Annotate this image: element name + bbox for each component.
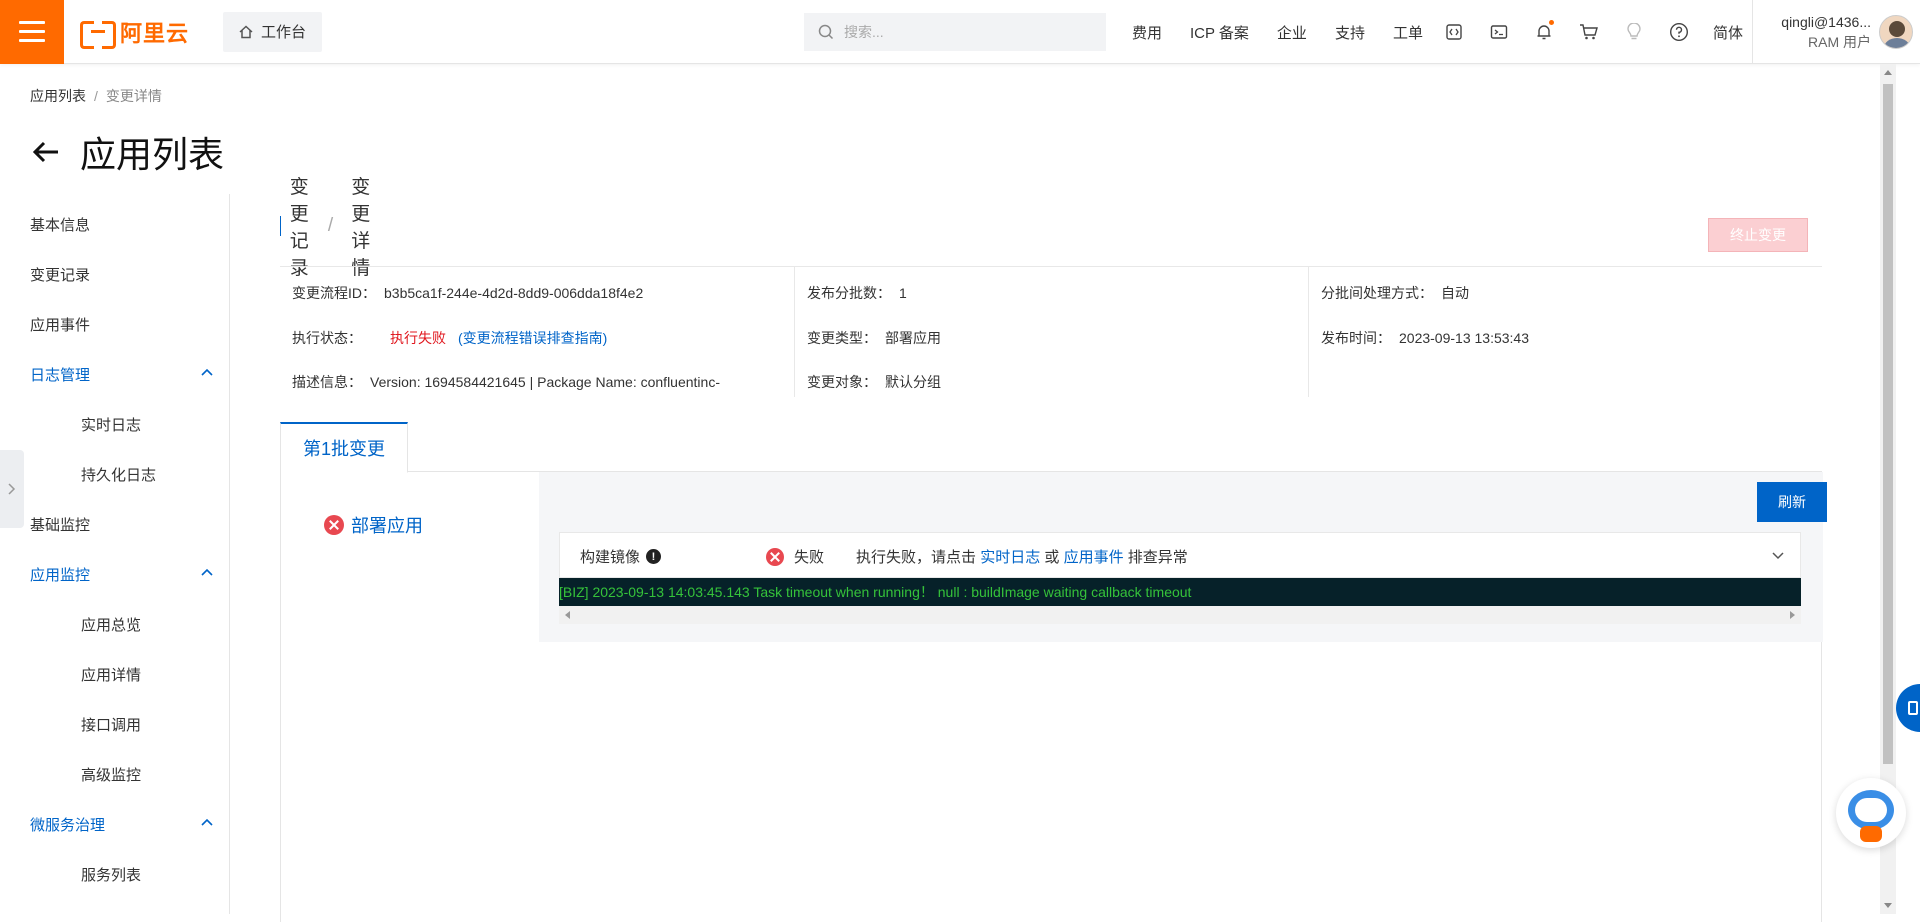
- workbench-label: 工作台: [261, 24, 307, 41]
- error-icon: [324, 515, 344, 535]
- user-menu[interactable]: qingli@1436... RAM 用户: [1752, 0, 1913, 64]
- assistant-robot-icon[interactable]: [1836, 778, 1906, 848]
- exec-status-value: 执行失败: [390, 330, 446, 346]
- nav-ticket[interactable]: 工单: [1393, 22, 1423, 43]
- back-arrow-icon[interactable]: [30, 136, 62, 168]
- task-status: 失败: [794, 549, 825, 566]
- chevron-up-icon[interactable]: [200, 565, 214, 579]
- search-box[interactable]: [804, 13, 1106, 51]
- logo[interactable]: 阿里云: [80, 0, 189, 64]
- search-input[interactable]: [844, 24, 1084, 40]
- nav-app-detail[interactable]: 应用详情: [81, 664, 141, 685]
- code-icon[interactable]: [1443, 21, 1465, 43]
- search-icon: [818, 24, 834, 40]
- language-switch[interactable]: 简体: [1713, 22, 1743, 43]
- nav-persistent-log[interactable]: 持久化日志: [81, 464, 156, 485]
- nav-advanced-monitor[interactable]: 高级监控: [81, 764, 141, 785]
- sub-breadcrumb: 变更记录 / 变更详情: [280, 177, 371, 279]
- hamburger-menu-button[interactable]: [0, 0, 64, 64]
- lightbulb-icon[interactable]: [1623, 21, 1645, 43]
- terminal-icon[interactable]: [1488, 21, 1510, 43]
- nav-change-records[interactable]: 变更记录: [30, 264, 90, 285]
- flow-id-label: 变更流程ID：: [292, 285, 376, 301]
- publish-time-label: 发布时间：: [1321, 330, 1391, 346]
- batch-tabs: 第1批变更: [280, 422, 1822, 473]
- batch-mode-label: 分批间处理方式：: [1321, 285, 1433, 301]
- change-type-label: 变更类型：: [807, 330, 877, 346]
- error-guide-link[interactable]: (变更流程错误排查指南): [458, 330, 607, 346]
- tab-batch-1[interactable]: 第1批变更: [280, 422, 408, 473]
- batch-panel: 部署应用 刷新 构建镜像 ! 失败 执行失败，请点击 实时日志 或 应用事件 排…: [280, 472, 1827, 922]
- batch-count-label: 发布分批数：: [807, 285, 891, 301]
- change-target-label: 变更对象：: [807, 374, 877, 390]
- nav-group-microservice[interactable]: 微服务治理: [30, 814, 105, 835]
- change-info-panel: 变更流程ID： b3b5ca1f-244e-4d2d-8dd9-006dda18f…: [280, 266, 1822, 397]
- chevron-right-icon: [8, 483, 16, 495]
- nav-support[interactable]: 支持: [1335, 22, 1365, 43]
- sub-breadcrumb-detail: 变更详情: [351, 177, 371, 279]
- page-header: 应用列表: [30, 126, 224, 178]
- flow-id-value: b3b5ca1f-244e-4d2d-8dd9-006dda18f4e2: [384, 285, 644, 301]
- warning-icon[interactable]: !: [646, 549, 662, 564]
- nav-app-overview[interactable]: 应用总览: [81, 614, 141, 635]
- publish-time-value: 2023-09-13 13:53:43: [1399, 330, 1529, 346]
- cart-icon[interactable]: [1578, 21, 1600, 43]
- notification-dot: [1548, 20, 1554, 25]
- nav-group-app-monitor[interactable]: 应用监控: [30, 564, 90, 585]
- nav-fees[interactable]: 费用: [1132, 22, 1162, 43]
- nav-app-events[interactable]: 应用事件: [30, 314, 90, 335]
- home-icon: [239, 24, 253, 39]
- task-message: 执行失败，请点击 实时日志 或 应用事件 排查异常: [856, 549, 1188, 566]
- help-icon[interactable]: [1668, 21, 1690, 43]
- nav-service-list[interactable]: 服务列表: [81, 864, 141, 885]
- left-nav: 基本信息 变更记录 应用事件 日志管理 实时日志 持久化日志 基础监控 应用监控…: [0, 194, 230, 914]
- chevron-down-icon[interactable]: [1770, 547, 1786, 563]
- nav-basic-monitor[interactable]: 基础监控: [30, 514, 90, 535]
- batch-mode-value: 自动: [1441, 285, 1469, 301]
- batch-count-value: 1: [899, 285, 907, 301]
- stop-change-button[interactable]: 终止变更: [1708, 218, 1808, 252]
- change-type-value: 部署应用: [885, 330, 941, 346]
- chevron-up-icon[interactable]: [200, 365, 214, 379]
- user-name: qingli@1436...: [1781, 14, 1871, 30]
- desc-label: 描述信息：: [292, 374, 362, 390]
- page-title: 应用列表: [80, 134, 225, 175]
- exec-status-label: 执行状态：: [292, 330, 362, 346]
- sidebar-toggle[interactable]: [0, 450, 24, 528]
- chevron-up-icon[interactable]: [200, 815, 214, 829]
- log-output: [BIZ] 2023-09-13 14:03:45.143 Task timeo…: [559, 578, 1801, 606]
- step-label: 部署应用: [351, 516, 423, 536]
- horizontal-scrollbar[interactable]: [559, 606, 1801, 624]
- breadcrumb-current: 变更详情: [105, 88, 162, 104]
- top-nav: 费用 ICP 备案 企业 支持 工单 简体: [1132, 0, 1743, 64]
- floating-tool-button[interactable]: [1896, 684, 1920, 732]
- realtime-log-link[interactable]: 实时日志: [980, 549, 1040, 566]
- logo-text: 阿里云: [120, 20, 190, 46]
- step-deploy-app[interactable]: 部署应用: [324, 512, 423, 538]
- task-name: 构建镜像: [580, 549, 641, 566]
- nav-enterprise[interactable]: 企业: [1277, 22, 1307, 43]
- nav-api-calls[interactable]: 接口调用: [81, 714, 141, 735]
- task-row[interactable]: 构建镜像 ! 失败 执行失败，请点击 实时日志 或 应用事件 排查异常: [559, 532, 1801, 578]
- nav-icp[interactable]: ICP 备案: [1190, 22, 1249, 43]
- aliyun-logo-icon: [80, 20, 116, 49]
- breadcrumb: 应用列表 / 变更详情: [30, 88, 162, 104]
- error-icon: [766, 547, 784, 566]
- change-target-value: 默认分组: [885, 374, 941, 390]
- app-events-link[interactable]: 应用事件: [1064, 549, 1124, 566]
- user-role: RAM 用户: [1808, 34, 1871, 50]
- breadcrumb-app-list[interactable]: 应用列表: [30, 88, 86, 104]
- nav-realtime-log[interactable]: 实时日志: [81, 414, 141, 435]
- bell-icon[interactable]: [1533, 20, 1555, 43]
- desc-value: Version: 1694584421645 | Package Name: c…: [370, 374, 720, 390]
- step-detail: 刷新 构建镜像 ! 失败 执行失败，请点击 实时日志 或 应用事件 排查异常 […: [539, 472, 1827, 642]
- avatar[interactable]: [1879, 15, 1913, 49]
- refresh-button[interactable]: 刷新: [1757, 482, 1827, 522]
- nav-group-log[interactable]: 日志管理: [30, 364, 90, 385]
- workbench-button[interactable]: 工作台: [223, 11, 323, 52]
- nav-basic-info[interactable]: 基本信息: [30, 214, 90, 235]
- sub-breadcrumb-records[interactable]: 变更记录: [290, 172, 310, 280]
